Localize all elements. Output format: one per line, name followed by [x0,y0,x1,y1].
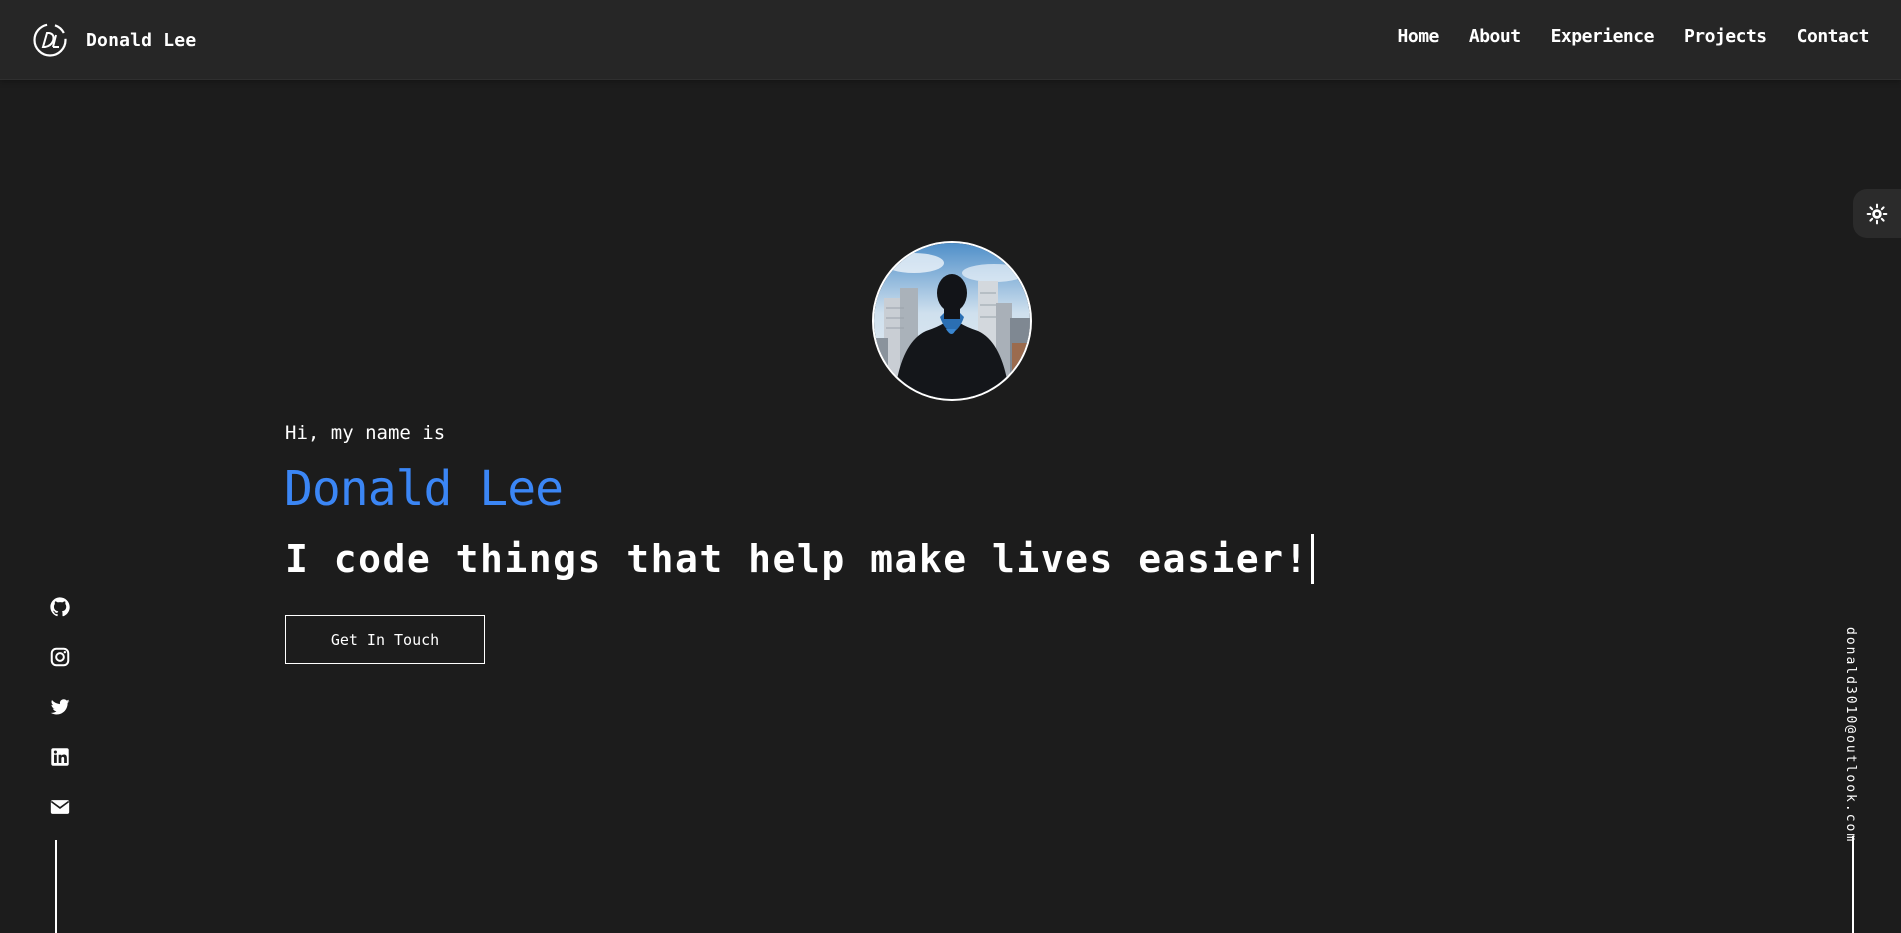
nav-projects[interactable]: Projects [1684,26,1767,47]
sun-icon [1866,203,1888,225]
instagram-link[interactable] [49,646,71,670]
right-rail-line [1852,836,1854,933]
typing-caret [1310,534,1314,584]
profile-photo [872,241,1032,401]
nav-experience[interactable]: Experience [1551,26,1655,47]
github-icon [49,596,71,618]
brand-name: Donald Lee [86,29,197,51]
twitter-link[interactable] [49,696,71,720]
site-header: Donald Lee Home About Experience Project… [0,0,1901,80]
left-rail-line [55,840,57,933]
get-in-touch-button[interactable]: Get In Touch [285,615,485,664]
hero-tagline-container: I code things that help make lives easie… [285,533,1314,585]
linkedin-link[interactable] [49,746,71,770]
nav-contact[interactable]: Contact [1797,26,1870,47]
hero-greeting: Hi, my name is [285,422,446,444]
portfolio-page: Donald Lee Home About Experience Project… [0,0,1901,933]
logo-icon [32,22,68,58]
main-nav: Home About Experience Projects Contact [1398,26,1870,47]
hero-tagline: I code things that help make lives easie… [285,537,1309,581]
linkedin-icon [49,746,71,768]
theme-toggle-button[interactable] [1853,189,1901,238]
github-link[interactable] [49,596,71,620]
nav-home[interactable]: Home [1398,26,1440,47]
envelope-icon [49,796,71,818]
email-address-link[interactable]: donald3010@outlook.com [1843,627,1858,843]
twitter-icon [49,696,71,718]
instagram-icon [49,646,71,668]
email-link[interactable] [49,796,71,820]
nav-about[interactable]: About [1469,26,1521,47]
hero-name: Donald Lee [284,461,564,517]
brand-link[interactable]: Donald Lee [32,22,196,58]
social-links [46,596,74,820]
